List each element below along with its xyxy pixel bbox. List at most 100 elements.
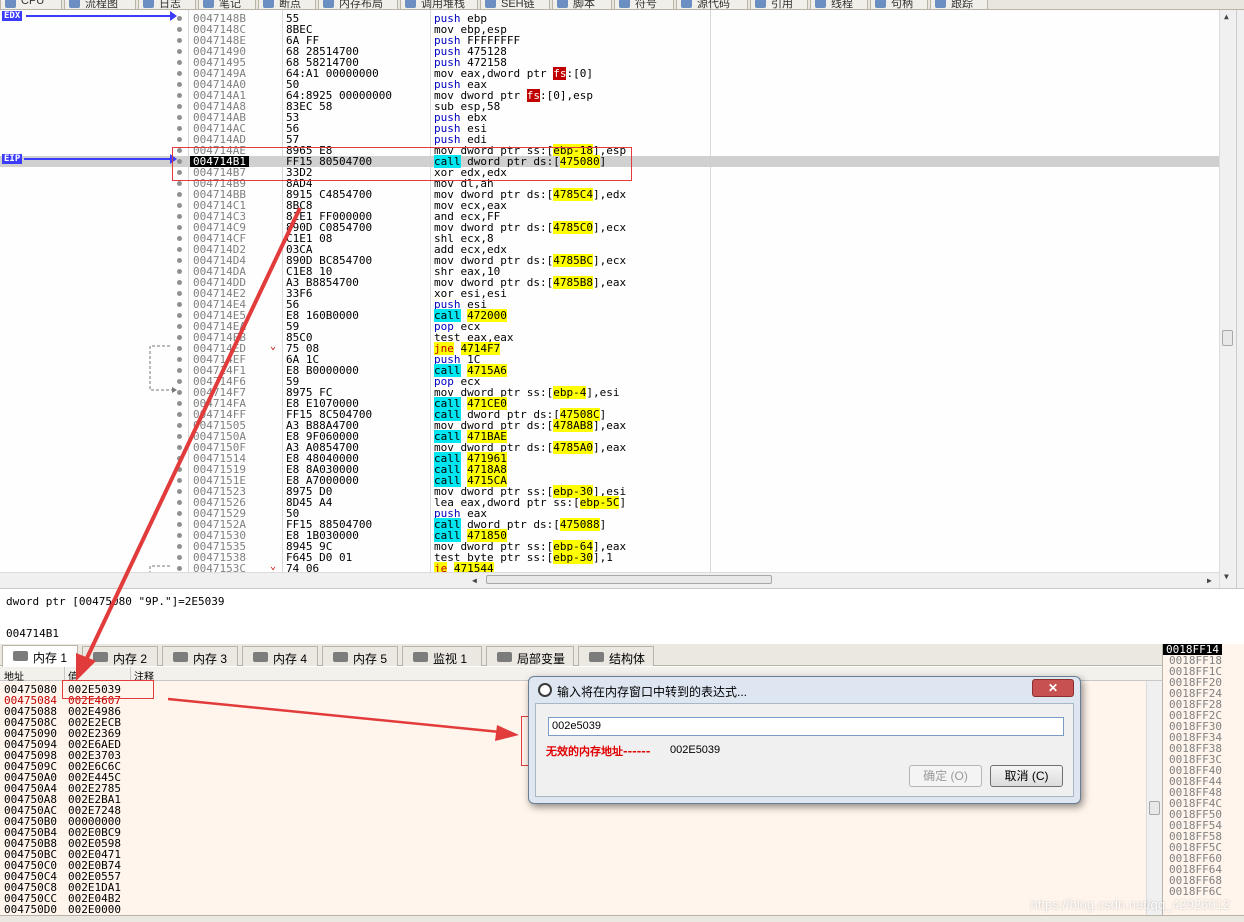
error-message: 无效的内存地址------: [546, 745, 651, 758]
memory-row[interactable]: 004750B8 002E0598: [0, 838, 1146, 849]
top-tab[interactable]: 日志: [138, 0, 196, 10]
top-tab-label: CPU: [21, 0, 45, 7]
memory-tab-label: 局部变量: [517, 652, 566, 666]
tab-icon: [755, 0, 766, 8]
top-tab[interactable]: 调用堆栈: [400, 0, 478, 10]
memory-tab[interactable]: 内存 4: [242, 646, 318, 666]
top-tab-label: 笔记: [219, 0, 241, 10]
memory-row[interactable]: 004750CC 002E04B2: [0, 893, 1146, 904]
scroll-right-icon[interactable]: ▶: [1207, 576, 1212, 585]
memory-row[interactable]: 004750C8 002E1DA1: [0, 882, 1146, 893]
top-tab-label: 源代码: [697, 0, 730, 10]
tab-icon: [815, 0, 826, 8]
memory-icon: [253, 652, 268, 662]
dialog-close-button[interactable]: ✕: [1032, 679, 1074, 697]
memory-scroll-thumb[interactable]: [1149, 801, 1160, 815]
memory-tab-label: 内存 3: [193, 652, 228, 666]
top-tab-label: 脚本: [573, 0, 595, 10]
watch-icon: [413, 652, 428, 662]
top-tab[interactable]: 符号: [614, 0, 674, 10]
memory-tab[interactable]: 内存 1: [2, 645, 78, 667]
memory-row[interactable]: 004750D0 002E0000: [0, 904, 1146, 915]
top-tab[interactable]: CPU: [0, 0, 62, 9]
disassembly-view[interactable]: 0047148B 55 push ebp 0047148C 8BEC mov ebp,es…: [0, 10, 1219, 572]
memory-tab[interactable]: 内存 5: [322, 646, 398, 666]
memory-row[interactable]: 004750AC 002E7248: [0, 805, 1146, 816]
memory-tab[interactable]: 局部变量: [486, 646, 574, 666]
memory-tab[interactable]: 内存 2: [82, 646, 158, 666]
top-tab[interactable]: 流程图: [64, 0, 136, 10]
disasm-instruction: je 471544: [434, 562, 494, 572]
jump-taken-icon: ⌄: [270, 341, 277, 352]
top-tab[interactable]: 断点: [258, 0, 316, 10]
disasm-bytes: 64:A1 00000000: [286, 67, 379, 80]
top-tab-label: 符号: [635, 0, 657, 10]
top-tab[interactable]: 脚本: [552, 0, 612, 10]
memory-row[interactable]: 004750B4 002E0BC9: [0, 827, 1146, 838]
disassembly-vscrollbar[interactable]: ▲ ▼: [1219, 10, 1236, 588]
side-splitter[interactable]: [1236, 10, 1244, 588]
disassembly-hscrollbar[interactable]: ◀ ▶: [0, 572, 1219, 588]
top-tab[interactable]: 笔记: [198, 0, 256, 10]
tab-icon: [619, 0, 630, 8]
memory-tab-label: 内存 5: [353, 652, 388, 666]
disasm-address: 0047153C: [193, 562, 246, 572]
memory-tab-label: 内存 4: [273, 652, 308, 666]
watermark: https://blog.csdn.net/qq_42926012: [1030, 897, 1231, 912]
ok-button[interactable]: 确定 (O): [909, 765, 982, 787]
memory-tab-strip: 内存 1 内存 2 内存 3 内存 4 内存 5 监视 1 局部变量 结构体: [0, 644, 1162, 667]
jump-taken-icon: ⌄: [270, 561, 277, 572]
top-tab[interactable]: 跟踪: [930, 0, 988, 10]
top-tab-label: 引用: [771, 0, 793, 10]
memory-vscrollbar[interactable]: [1146, 681, 1162, 915]
top-tab-label: 内存布局: [339, 0, 383, 10]
scroll-left-icon[interactable]: ◀: [472, 576, 477, 585]
memory-icon: [333, 652, 348, 662]
tab-icon: [143, 0, 154, 8]
expression-input[interactable]: 002e5039: [548, 717, 1064, 736]
scroll-up-icon[interactable]: ▲: [1224, 12, 1229, 21]
top-tab-label: 调用堆栈: [421, 0, 465, 10]
info-panel: dword ptr [00475080 "9P."]=2E5039 004714…: [0, 588, 1244, 644]
stack-address[interactable]: 0018FF6C: [1169, 886, 1222, 897]
jump-arrows: [149, 345, 177, 572]
top-tab[interactable]: 引用: [750, 0, 808, 10]
memory-tab-label: 内存 2: [113, 652, 148, 666]
top-tab-label: 流程图: [85, 0, 118, 10]
memory-row[interactable]: 004750B0 00000000: [0, 816, 1146, 827]
tab-icon: [875, 0, 886, 8]
goto-expression-dialog[interactable]: 输入将在内存窗口中转到的表达式... ✕ 002e5039 无效的内存地址---…: [528, 676, 1081, 804]
top-tab-label: 日志: [159, 0, 181, 10]
top-tab-label: 跟踪: [951, 0, 973, 10]
stack-view[interactable]: 0018FF14 0018FF18 0018FF1C 0018FF20 0018FF24…: [1162, 644, 1244, 915]
variable-icon: [497, 652, 512, 662]
memory-value: 002E0000: [68, 903, 121, 915]
top-tab[interactable]: 线程: [810, 0, 868, 9]
scroll-thumb[interactable]: [1222, 330, 1233, 346]
memory-tab[interactable]: 内存 3: [162, 646, 238, 666]
tab-icon: [681, 0, 692, 8]
error-address: 002E5039: [670, 744, 721, 756]
status-bar: [0, 915, 1244, 922]
tab-icon: [935, 0, 946, 8]
dialog-app-icon: [538, 683, 552, 697]
top-tab-label: 断点: [279, 0, 301, 10]
tab-icon: [557, 0, 568, 8]
top-tab[interactable]: 句柄: [870, 0, 928, 9]
top-tab[interactable]: 内存布局: [318, 0, 398, 10]
top-tab[interactable]: SEH链: [480, 0, 550, 9]
tab-icon: [405, 0, 416, 8]
cancel-button[interactable]: 取消 (C): [990, 765, 1063, 787]
memory-row[interactable]: 004750C0 002E0B74: [0, 860, 1146, 871]
memory-tab[interactable]: 结构体: [578, 646, 654, 666]
memory-row[interactable]: 004750BC 002E0471: [0, 849, 1146, 860]
hscroll-thumb[interactable]: [486, 575, 772, 584]
memory-tab[interactable]: 监视 1: [402, 646, 482, 666]
memory-icon: [173, 652, 188, 662]
scroll-down-icon[interactable]: ▼: [1224, 572, 1229, 581]
info-address-text: 004714B1: [6, 627, 59, 640]
memory-icon: [93, 652, 108, 662]
top-tab[interactable]: 源代码: [676, 0, 748, 10]
memory-header-address: 地址: [4, 672, 24, 683]
memory-row[interactable]: 004750C4 002E0557: [0, 871, 1146, 882]
